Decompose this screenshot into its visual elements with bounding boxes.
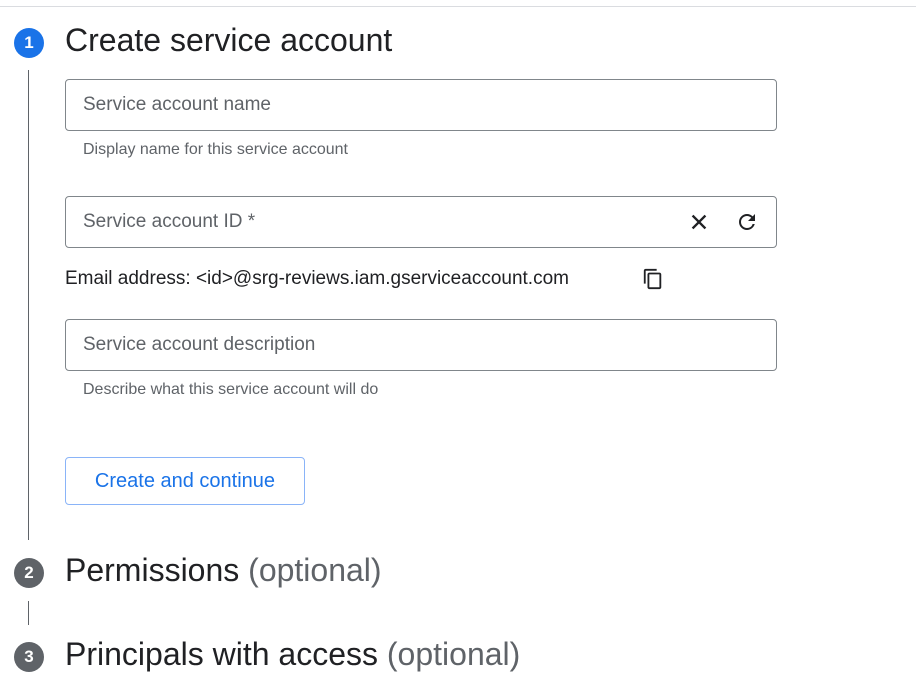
step-2-title-text: Permissions xyxy=(65,552,240,588)
step-1-indicator: 1 xyxy=(14,28,44,58)
service-account-id-field[interactable] xyxy=(65,196,777,248)
step-1-connector xyxy=(28,70,29,540)
service-account-description-field[interactable] xyxy=(65,319,777,371)
step-1-title-text: Create service account xyxy=(65,22,393,58)
step-2-title[interactable]: Permissions (optional) xyxy=(65,554,382,586)
service-account-name-hint: Display name for this service account xyxy=(83,141,348,158)
service-account-description-hint: Describe what this service account will … xyxy=(83,381,379,398)
copy-icon[interactable] xyxy=(640,266,666,292)
create-and-continue-button[interactable]: Create and continue xyxy=(65,457,305,505)
step-3-indicator: 3 xyxy=(14,642,44,672)
step-3-title-text: Principals with access xyxy=(65,636,378,672)
step-1-title: Create service account xyxy=(65,24,392,56)
service-account-id-input[interactable] xyxy=(83,197,663,247)
service-account-name-field[interactable] xyxy=(65,79,777,131)
step-2-optional-label: (optional) xyxy=(248,552,382,588)
service-account-description-input[interactable] xyxy=(83,320,663,370)
create-service-account-page: 1 Create service account Display name fo… xyxy=(0,0,916,699)
email-address-text: Email address: <id>@srg-reviews.iam.gser… xyxy=(65,268,569,289)
service-account-name-input[interactable] xyxy=(83,80,663,130)
step-3-optional-label: (optional) xyxy=(386,636,521,672)
step-2-connector xyxy=(28,601,29,625)
refresh-icon[interactable] xyxy=(734,209,760,235)
top-divider xyxy=(0,6,916,7)
step-2-indicator: 2 xyxy=(14,558,44,588)
step-3-title[interactable]: Principals with access (optional) xyxy=(65,638,520,670)
close-icon[interactable] xyxy=(686,209,712,235)
